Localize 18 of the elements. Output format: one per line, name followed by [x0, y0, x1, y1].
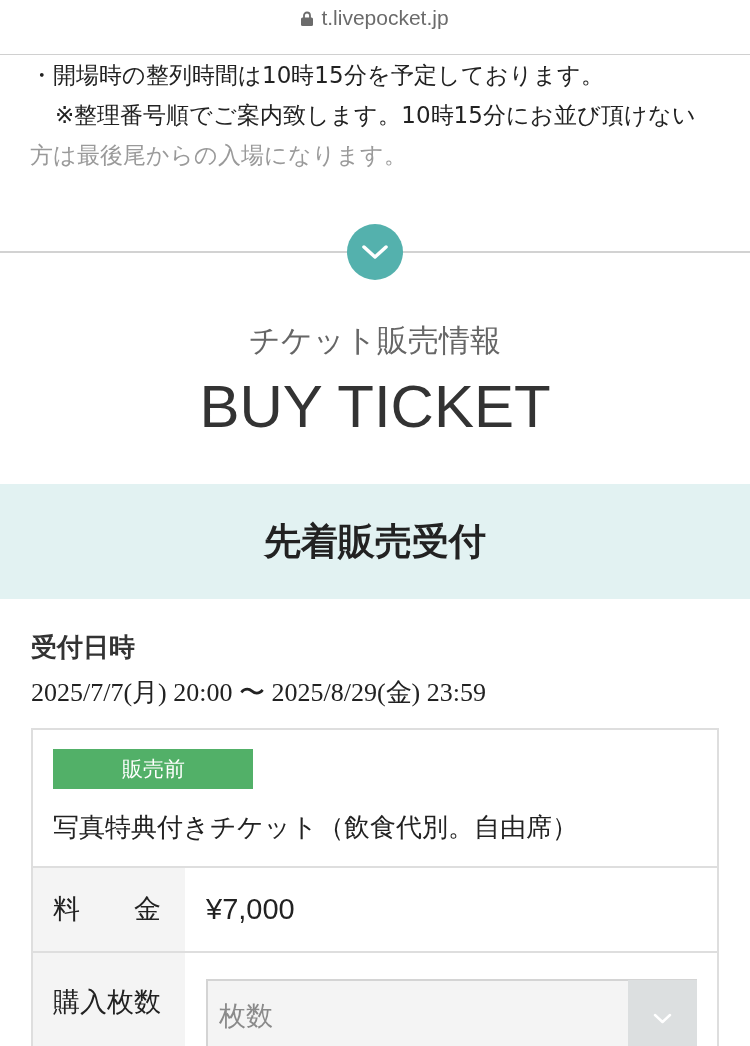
ticket-name: 写真特典付きチケット（飲食代別。自由席） — [53, 811, 579, 844]
row-value: ¥7,000 — [205, 891, 295, 927]
lock-icon — [301, 10, 314, 26]
sale-banner: 先着販売受付 — [0, 484, 750, 599]
row-label: 購入枚数 — [33, 953, 185, 1046]
reception-period: 2025/7/7(月) 20:00 〜 2025/8/29(金) 23:59 — [31, 677, 487, 709]
chevron-down-icon — [347, 224, 403, 280]
notice-text: ※整理番号順でご案内致します。10時15分にお並び頂けない — [54, 101, 696, 130]
chevron-down-icon — [628, 980, 697, 1046]
row-label: 料 金 — [33, 868, 185, 951]
notice-text: ・開場時の整列時間は10時15分を予定しております。 — [30, 61, 604, 90]
notice-text: 方は最後尾からの入場になります。 — [30, 141, 407, 170]
url-text[interactable]: t.livepocket.jp — [321, 4, 449, 32]
reception-label: 受付日時 — [31, 631, 136, 664]
section-subtitle: チケット販売情報 — [248, 321, 502, 360]
section-title: BUY TICKET — [198, 372, 552, 442]
status-badge: 販売前 — [53, 749, 253, 789]
quantity-select[interactable]: 枚数 — [206, 979, 697, 1046]
